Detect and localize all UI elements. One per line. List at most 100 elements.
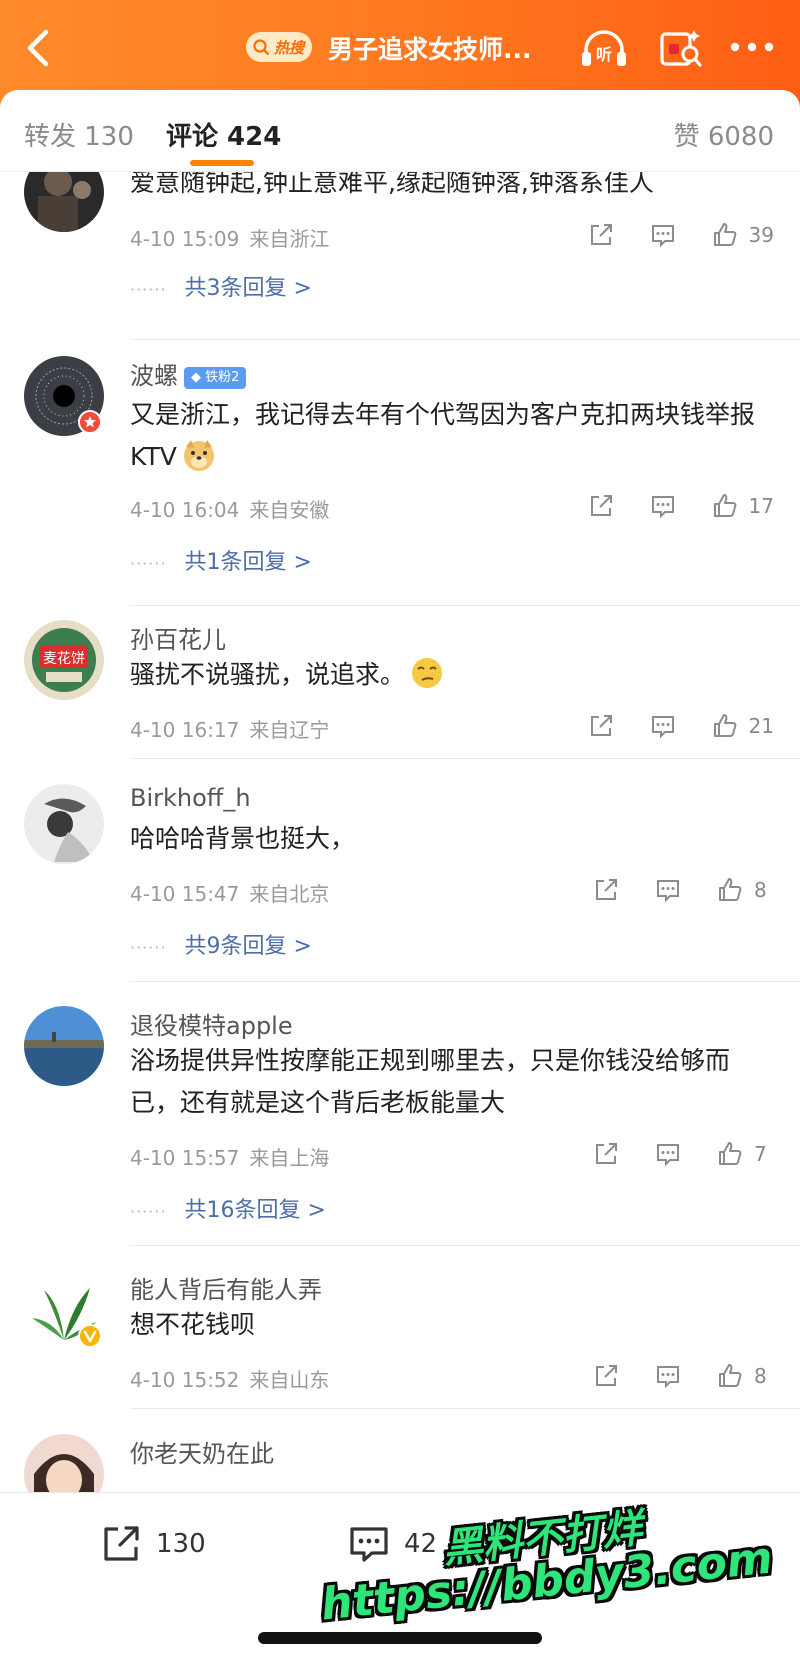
comment-time: 4-10 15:09 — [130, 227, 240, 251]
headphones-icon[interactable]: 听 — [578, 26, 630, 70]
comment-author[interactable]: 退役模特apple — [130, 1006, 293, 1041]
avatar[interactable]: 麦花饼 — [24, 620, 104, 700]
chevron-left-icon[interactable] — [18, 26, 58, 70]
comment-author: 波螺 ◆ 铁粉2 — [130, 356, 247, 391]
view-replies-link[interactable]: ······ 共3条回复 > — [130, 270, 312, 302]
comment-meta: 4-10 15:09 来自浙江 — [130, 223, 329, 252]
tab-likes[interactable]: 赞 6080 — [674, 116, 774, 153]
comment-time: 4-10 15:52 — [130, 1368, 240, 1392]
comment-actions: 8 — [558, 875, 774, 905]
view-replies-link[interactable]: ······ 共1条回复 > — [130, 544, 312, 576]
view-replies-link[interactable]: ······ 共16条回复 > — [130, 1192, 326, 1224]
replies-label[interactable]: 共9条回复 > — [185, 934, 312, 959]
divider — [130, 1408, 800, 1409]
comment-icon[interactable] — [649, 712, 677, 740]
comment-icon — [350, 1527, 388, 1562]
thinking-emoji-icon — [412, 658, 443, 688]
like-icon[interactable] — [711, 492, 739, 520]
comment-actions: 21 — [553, 711, 774, 741]
comment-text: 又是浙江，我记得去年有个代驾因为客户克扣两块钱举报KTV — [130, 394, 770, 478]
search-icon — [253, 39, 270, 56]
reply-dots: ······ — [130, 1202, 167, 1221]
comment-icon[interactable] — [649, 492, 677, 520]
replies-label[interactable]: 共16条回复 > — [185, 1198, 326, 1223]
comment-item: 你老天奶在此 — [0, 1422, 800, 1492]
comment-meta: 4-10 16:04 来自安徽 — [130, 494, 329, 523]
comment-location: 来自安徽 — [249, 498, 330, 522]
comment-time: 4-10 15:57 — [130, 1146, 240, 1170]
share-icon[interactable] — [592, 876, 620, 904]
share-icon[interactable] — [587, 492, 615, 520]
like-icon[interactable] — [716, 876, 744, 904]
comment-meta: 4-10 16:17 来自辽宁 — [130, 714, 329, 743]
comment-location: 来自浙江 — [249, 227, 330, 251]
card-edit-icon[interactable] — [656, 24, 704, 72]
comment-icon[interactable] — [654, 1362, 682, 1390]
comment-location: 来自北京 — [249, 882, 330, 906]
home-indicator[interactable] — [258, 1632, 542, 1644]
fan-level-badge: ◆ 铁粉2 — [184, 367, 247, 389]
divider — [130, 339, 800, 340]
share-icon[interactable] — [587, 221, 615, 249]
repost-count: 130 — [156, 1529, 206, 1559]
active-tab-indicator — [190, 160, 254, 166]
comment-author[interactable]: 能人背后有能人弄 — [130, 1270, 322, 1305]
comment-text: 骚扰不说骚扰，说追求。 — [130, 654, 770, 696]
share-icon[interactable] — [592, 1362, 620, 1390]
comment-icon[interactable] — [654, 1140, 682, 1168]
comment-author[interactable]: 你老天奶在此 — [130, 1434, 274, 1469]
avatar[interactable] — [24, 1434, 104, 1492]
comment-text: 哈哈哈背景也挺大， — [130, 824, 356, 853]
comment-actions: 17 — [553, 491, 774, 521]
doge-emoji-icon — [183, 440, 214, 471]
comment-time: 4-10 16:04 — [130, 498, 240, 522]
comment-actions: 8 — [558, 1361, 774, 1391]
verified-badge-icon — [78, 410, 102, 434]
comment-icon[interactable] — [654, 876, 682, 904]
author-name[interactable]: 波螺 — [130, 362, 178, 390]
tab-bar: 转发 130 评论 424 赞 6080 — [0, 90, 800, 172]
comment-author[interactable]: 孙百花儿 — [130, 620, 226, 655]
divider — [130, 758, 800, 759]
like-count: 39 — [748, 223, 774, 247]
tab-comments[interactable]: 评论 424 — [166, 116, 281, 153]
comment-text-body: 骚扰不说骚扰，说追求。 — [130, 660, 406, 689]
comment-icon[interactable] — [649, 221, 677, 249]
tab-repost[interactable]: 转发 130 — [24, 116, 134, 153]
comment-text: 爱意随钟起,钟止意难平,缘起随钟落,钟落系佳人 — [130, 172, 654, 197]
comment-actions: 39 — [553, 220, 774, 250]
repost-button[interactable]: 130 — [98, 1521, 206, 1567]
comment-item: 能人背后有能人弄 想不花钱呗 4-10 15:52 来自山东 8 — [0, 1258, 800, 1409]
hot-label: 热搜 — [274, 38, 305, 57]
share-icon[interactable] — [587, 712, 615, 740]
comment-meta: 4-10 15:57 来自上海 — [130, 1142, 329, 1171]
like-icon[interactable] — [711, 221, 739, 249]
replies-label[interactable]: 共1条回复 > — [185, 550, 312, 575]
like-icon[interactable] — [716, 1140, 744, 1168]
comment-location: 来自辽宁 — [249, 718, 330, 742]
page-title[interactable]: 男子追求女技师... — [328, 30, 532, 66]
comment-item: 麦花饼 孙百花儿 骚扰不说骚扰，说追求。 4-10 16:17 来自辽宁 21 — [0, 608, 800, 760]
replies-label[interactable]: 共3条回复 > — [185, 276, 312, 301]
share-icon[interactable] — [592, 1140, 620, 1168]
comment-actions: 7 — [558, 1139, 774, 1169]
divider — [130, 1245, 800, 1246]
avatar[interactable] — [24, 1006, 104, 1086]
like-count: 21 — [748, 714, 774, 738]
like-count: 7 — [754, 1142, 767, 1166]
share-icon — [104, 1526, 139, 1561]
more-icon[interactable] — [728, 40, 776, 54]
comment-meta: 4-10 15:47 来自北京 — [130, 878, 329, 907]
comment-list[interactable]: 爱意随钟起,钟止意难平,缘起随钟落,钟落系佳人 4-10 15:09 来自浙江 3… — [0, 172, 800, 1492]
like-count: 8 — [754, 878, 767, 902]
avatar[interactable] — [24, 172, 104, 232]
like-icon[interactable] — [716, 1362, 744, 1390]
hot-search-badge[interactable]: 热搜 — [246, 32, 313, 62]
view-replies-link[interactable]: ······ 共9条回复 > — [130, 928, 312, 960]
like-icon[interactable] — [711, 712, 739, 740]
avatar[interactable] — [24, 784, 104, 864]
reply-dots: ······ — [130, 280, 167, 299]
comment-button[interactable]: 42 — [346, 1521, 437, 1567]
comment-author[interactable]: Birkhoff_h — [130, 784, 251, 812]
svg-text:麦花饼: 麦花饼 — [43, 651, 85, 667]
